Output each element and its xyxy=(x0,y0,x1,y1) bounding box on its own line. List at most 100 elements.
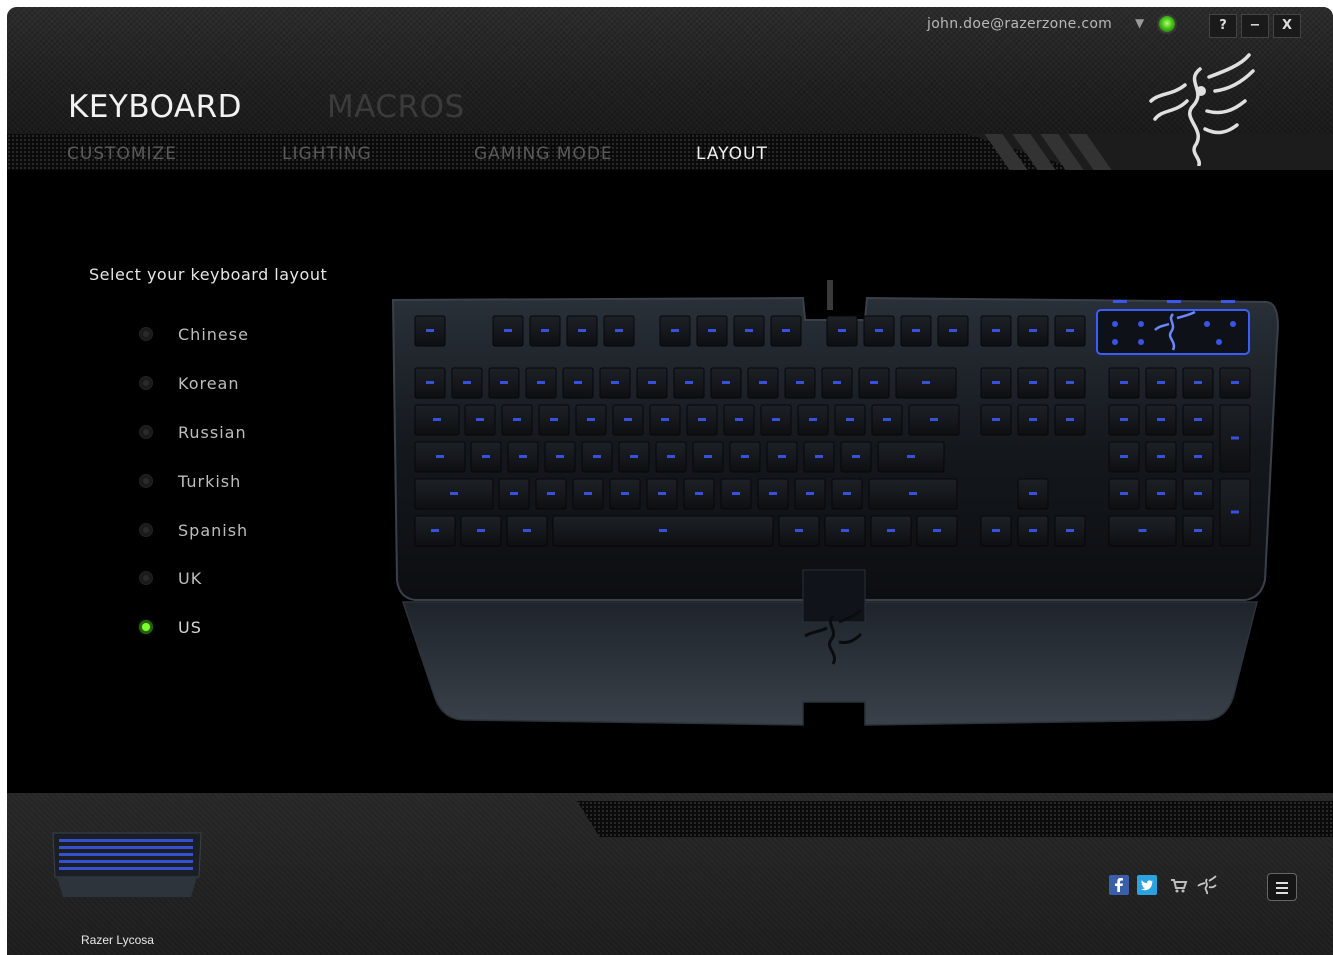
key-legend-glow xyxy=(450,492,458,495)
layout-option-uk[interactable]: UK xyxy=(139,566,202,590)
layout-prompt: Select your keyboard layout xyxy=(89,265,328,284)
key-legend-glow xyxy=(621,492,629,495)
key-legend-glow xyxy=(1231,436,1239,440)
menu-button[interactable] xyxy=(1267,873,1297,901)
device-name: Razer Lycosa xyxy=(81,933,154,947)
key-legend-glow xyxy=(695,492,703,495)
key-legend-glow xyxy=(846,418,854,421)
key-legend-glow xyxy=(1029,529,1037,532)
key-legend-glow xyxy=(930,418,938,421)
key-legend-glow xyxy=(574,381,582,384)
key-legend-glow xyxy=(658,492,666,495)
layout-option-chinese[interactable]: Chinese xyxy=(139,322,249,346)
online-status-icon xyxy=(1159,16,1175,32)
key-legend-glow xyxy=(547,492,555,495)
layout-panel: Select your keyboard layout Chinese Kore… xyxy=(7,170,1333,793)
key-legend-glow xyxy=(630,455,638,458)
key-legend-glow xyxy=(741,455,749,458)
tab-layout[interactable]: LAYOUT xyxy=(696,144,768,164)
radio-button[interactable] xyxy=(139,376,153,390)
layout-option-russian[interactable]: Russian xyxy=(139,420,247,444)
radio-button[interactable] xyxy=(139,523,153,537)
key-legend-glow xyxy=(500,381,508,384)
key-legend-glow xyxy=(815,455,823,458)
keyboard-layout-preview xyxy=(391,280,1279,726)
close-button[interactable]: X xyxy=(1273,14,1301,38)
stripe-decoration xyxy=(984,134,1112,170)
tab-macros[interactable]: MACROS xyxy=(327,89,465,125)
layout-option-turkish[interactable]: Turkish xyxy=(139,469,241,493)
key-legend-glow xyxy=(1120,492,1128,495)
menu-bar xyxy=(1276,882,1288,884)
radio-button-selected[interactable] xyxy=(139,620,153,634)
device-thumbnail[interactable] xyxy=(51,829,203,901)
key-legend-glow xyxy=(477,529,485,532)
key-legend-glow xyxy=(883,418,891,421)
key-legend-glow xyxy=(698,418,706,421)
radio-button[interactable] xyxy=(139,327,153,341)
key-legend-glow xyxy=(833,381,841,384)
key-legend-glow xyxy=(615,329,623,332)
key-legend-glow xyxy=(433,418,441,421)
key-legend-glow xyxy=(541,329,549,332)
key-legend-glow xyxy=(795,529,803,532)
key-legend-glow xyxy=(1194,529,1202,532)
key-legend-glow xyxy=(782,329,790,332)
tab-gaming-mode[interactable]: GAMING MODE xyxy=(474,144,613,164)
key-legend-glow xyxy=(907,455,915,458)
key-legend-glow xyxy=(1157,455,1165,458)
key-legend-glow xyxy=(1066,329,1074,332)
radio-button[interactable] xyxy=(139,474,153,488)
key-legend-glow xyxy=(809,418,817,421)
key-legend-glow xyxy=(611,381,619,384)
key-legend-glow xyxy=(1157,418,1165,421)
key-legend-glow xyxy=(1029,381,1037,384)
key-legend-glow xyxy=(584,492,592,495)
tab-customize[interactable]: CUSTOMIZE xyxy=(67,144,177,164)
razer-synapse-window: john.doe@razerzone.com ▼ ? − X KEYBOARD … xyxy=(7,7,1333,955)
key-legend-glow xyxy=(1157,381,1165,384)
account-dropdown-caret-icon[interactable]: ▼ xyxy=(1135,16,1144,30)
key-legend-glow xyxy=(685,381,693,384)
key-legend-glow xyxy=(841,529,849,532)
key-legend-glow xyxy=(426,329,434,332)
facebook-icon[interactable] xyxy=(1109,875,1129,895)
key-legend-glow xyxy=(933,529,941,532)
twitter-icon[interactable] xyxy=(1137,875,1157,895)
minimize-button[interactable]: − xyxy=(1241,14,1269,38)
radio-button[interactable] xyxy=(139,425,153,439)
key-legend-glow xyxy=(992,381,1000,384)
key-legend-glow xyxy=(992,529,1000,532)
key-legend-glow xyxy=(523,529,531,532)
tab-keyboard[interactable]: KEYBOARD xyxy=(68,89,242,125)
key-legend-glow xyxy=(870,381,878,384)
layout-option-us[interactable]: US xyxy=(139,615,202,639)
key-legend-glow xyxy=(704,455,712,458)
key-legend-glow xyxy=(875,329,883,332)
store-cart-icon[interactable] xyxy=(1169,875,1189,895)
razer-logo-icon xyxy=(1149,53,1255,166)
key-legend-glow xyxy=(671,329,679,332)
key-legend-glow xyxy=(806,492,814,495)
key-legend-glow xyxy=(519,455,527,458)
key-legend-glow xyxy=(510,492,518,495)
key-legend-glow xyxy=(838,329,846,332)
window-controls: ? − X xyxy=(1209,14,1305,38)
key-legend-glow xyxy=(667,455,675,458)
layout-option-spanish[interactable]: Spanish xyxy=(139,518,248,542)
key-legend-glow xyxy=(1194,492,1202,495)
key-legend-glow xyxy=(909,492,917,495)
radio-button[interactable] xyxy=(139,571,153,585)
key-legend-glow xyxy=(912,329,920,332)
key-legend-glow xyxy=(735,418,743,421)
razer-insider-icon[interactable] xyxy=(1197,875,1217,895)
help-button[interactable]: ? xyxy=(1209,14,1237,38)
key-legend-glow xyxy=(1120,381,1128,384)
tab-lighting[interactable]: LIGHTING xyxy=(282,144,372,164)
key-legend-glow xyxy=(1138,529,1147,532)
user-account-email[interactable]: john.doe@razerzone.com xyxy=(927,16,1112,32)
key-legend-glow xyxy=(708,329,716,332)
layout-option-korean[interactable]: Korean xyxy=(139,371,240,395)
footer: Razer Lycosa xyxy=(7,793,1333,955)
key-legend-glow xyxy=(843,492,851,495)
